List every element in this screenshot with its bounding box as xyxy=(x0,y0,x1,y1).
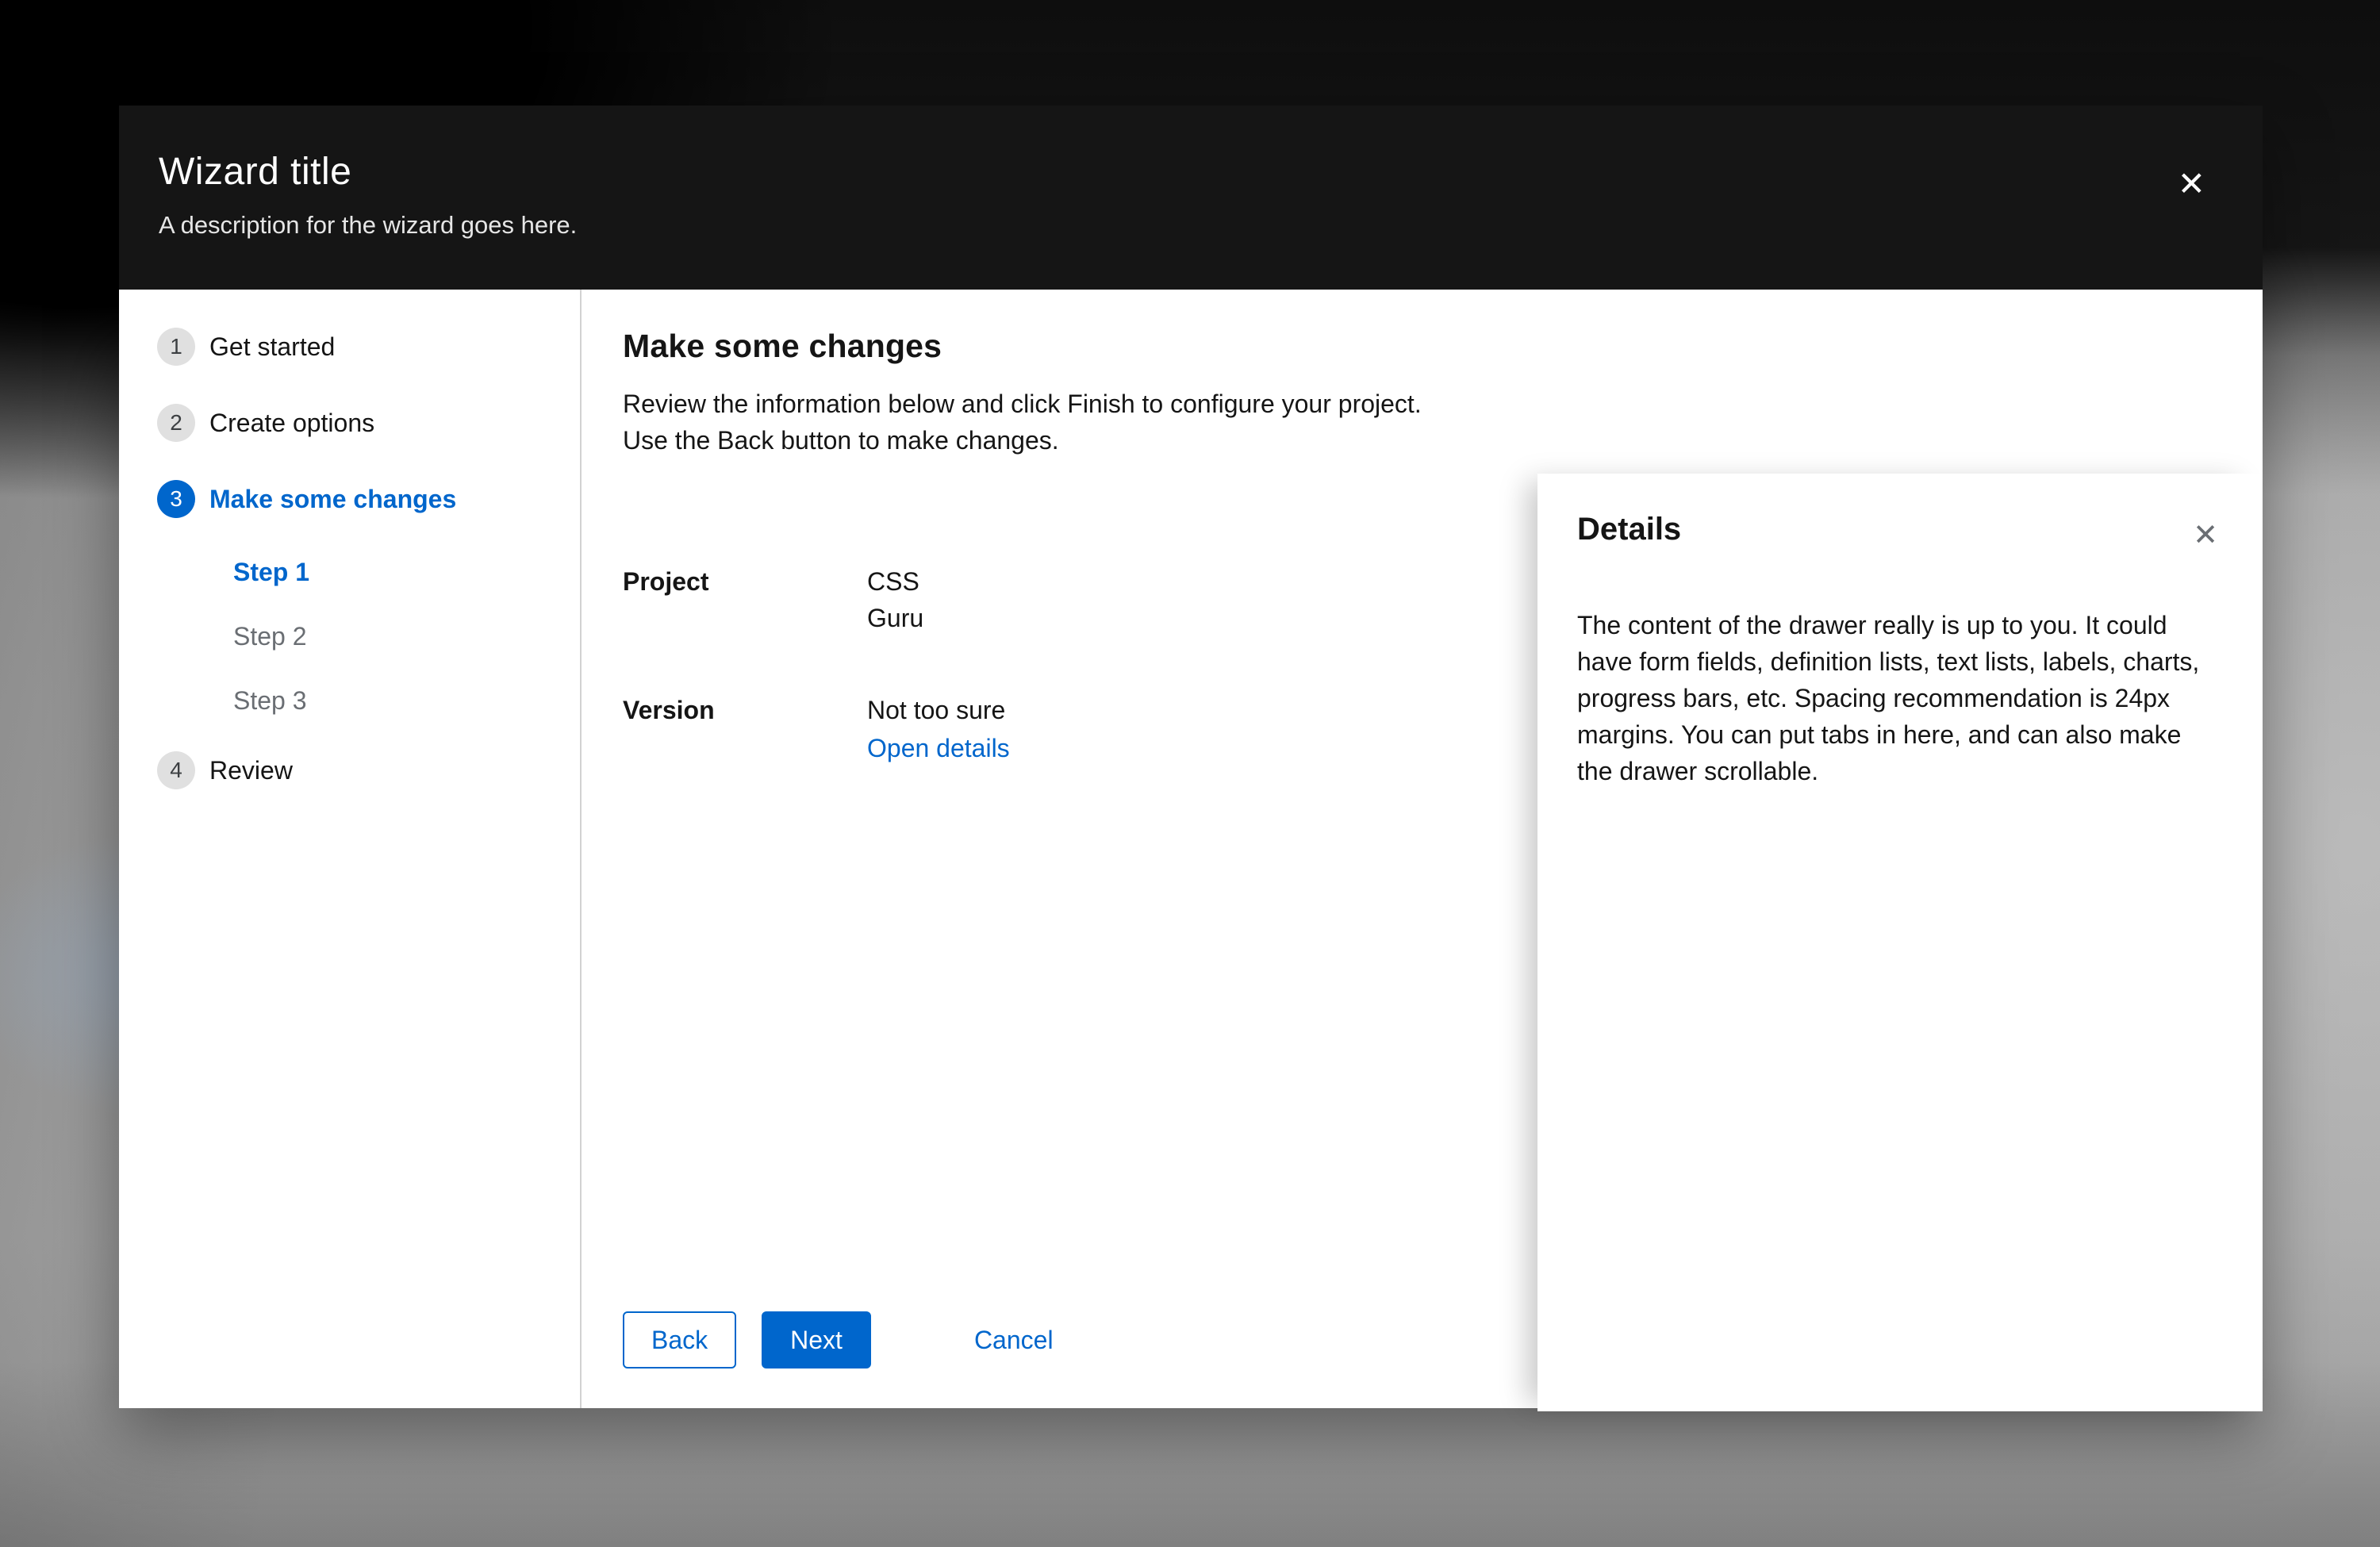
wizard-body: 1 Get started 2 Create options 3 Make so… xyxy=(119,290,2263,1411)
content-description: Review the information below and click F… xyxy=(623,390,1422,455)
field-label-version: Version xyxy=(623,696,715,724)
nav-step-get-started[interactable]: 1 Get started xyxy=(157,328,580,366)
open-details-link[interactable]: Open details xyxy=(867,730,1010,766)
wizard-step-list: 1 Get started 2 Create options 3 Make so… xyxy=(157,328,580,789)
wizard-description: A description for the wizard goes here. xyxy=(159,211,578,239)
blurred-background: Wizard title A description for the wizar… xyxy=(0,0,2380,1547)
step-number-badge-1: 1 xyxy=(157,328,195,366)
step-label-make-some-changes: Make some changes xyxy=(209,484,457,513)
nav-substep-step-2: Step 2 xyxy=(233,622,307,651)
close-icon: ✕ xyxy=(2177,164,2205,203)
step-number-badge-3: 3 xyxy=(157,480,195,518)
step-label-review: Review xyxy=(209,755,293,785)
nav-substep-step-1[interactable]: Step 1 xyxy=(233,556,580,588)
drawer-title: Details xyxy=(1577,512,1682,547)
modal-close-button[interactable]: ✕ xyxy=(2178,167,2205,201)
drawer-body-text: The content of the drawer really is up t… xyxy=(1577,611,2200,785)
step-number-badge-2: 2 xyxy=(157,404,195,442)
drawer-close-icon: ✕ xyxy=(2193,517,2218,552)
nav-step-review[interactable]: 4 Review xyxy=(157,751,580,789)
back-button[interactable]: Back xyxy=(623,1311,737,1368)
field-label-project: Project xyxy=(623,567,709,596)
nav-substep-step-3: Step 3 xyxy=(233,686,307,715)
step-number-badge-4: 4 xyxy=(157,751,195,789)
nav-step-make-some-changes[interactable]: 3 Make some changes xyxy=(157,480,580,518)
wizard-title: Wizard title xyxy=(159,151,352,193)
drawer-close-button[interactable]: ✕ xyxy=(2193,520,2218,550)
wizard-header: Wizard title A description for the wizar… xyxy=(119,106,2263,290)
next-button[interactable]: Next xyxy=(762,1311,871,1368)
wizard-substep-list: Step 1 Step 2 Step 3 xyxy=(157,556,580,716)
wizard-modal: Wizard title A description for the wizar… xyxy=(119,106,2263,1411)
nav-step-create-options[interactable]: 2 Create options xyxy=(157,404,580,442)
wizard-nav: 1 Get started 2 Create options 3 Make so… xyxy=(119,290,582,1408)
cancel-button[interactable]: Cancel xyxy=(974,1311,1054,1368)
drawer-header: Details ✕ xyxy=(1577,512,2218,550)
step-label-create-options: Create options xyxy=(209,408,375,437)
details-drawer: Details ✕ The content of the drawer real… xyxy=(1537,474,2263,1411)
content-title: Make some changes xyxy=(623,328,942,364)
step-label-get-started: Get started xyxy=(209,332,336,361)
nav-substep-group: Step 1 Step 2 Step 3 xyxy=(157,556,580,716)
